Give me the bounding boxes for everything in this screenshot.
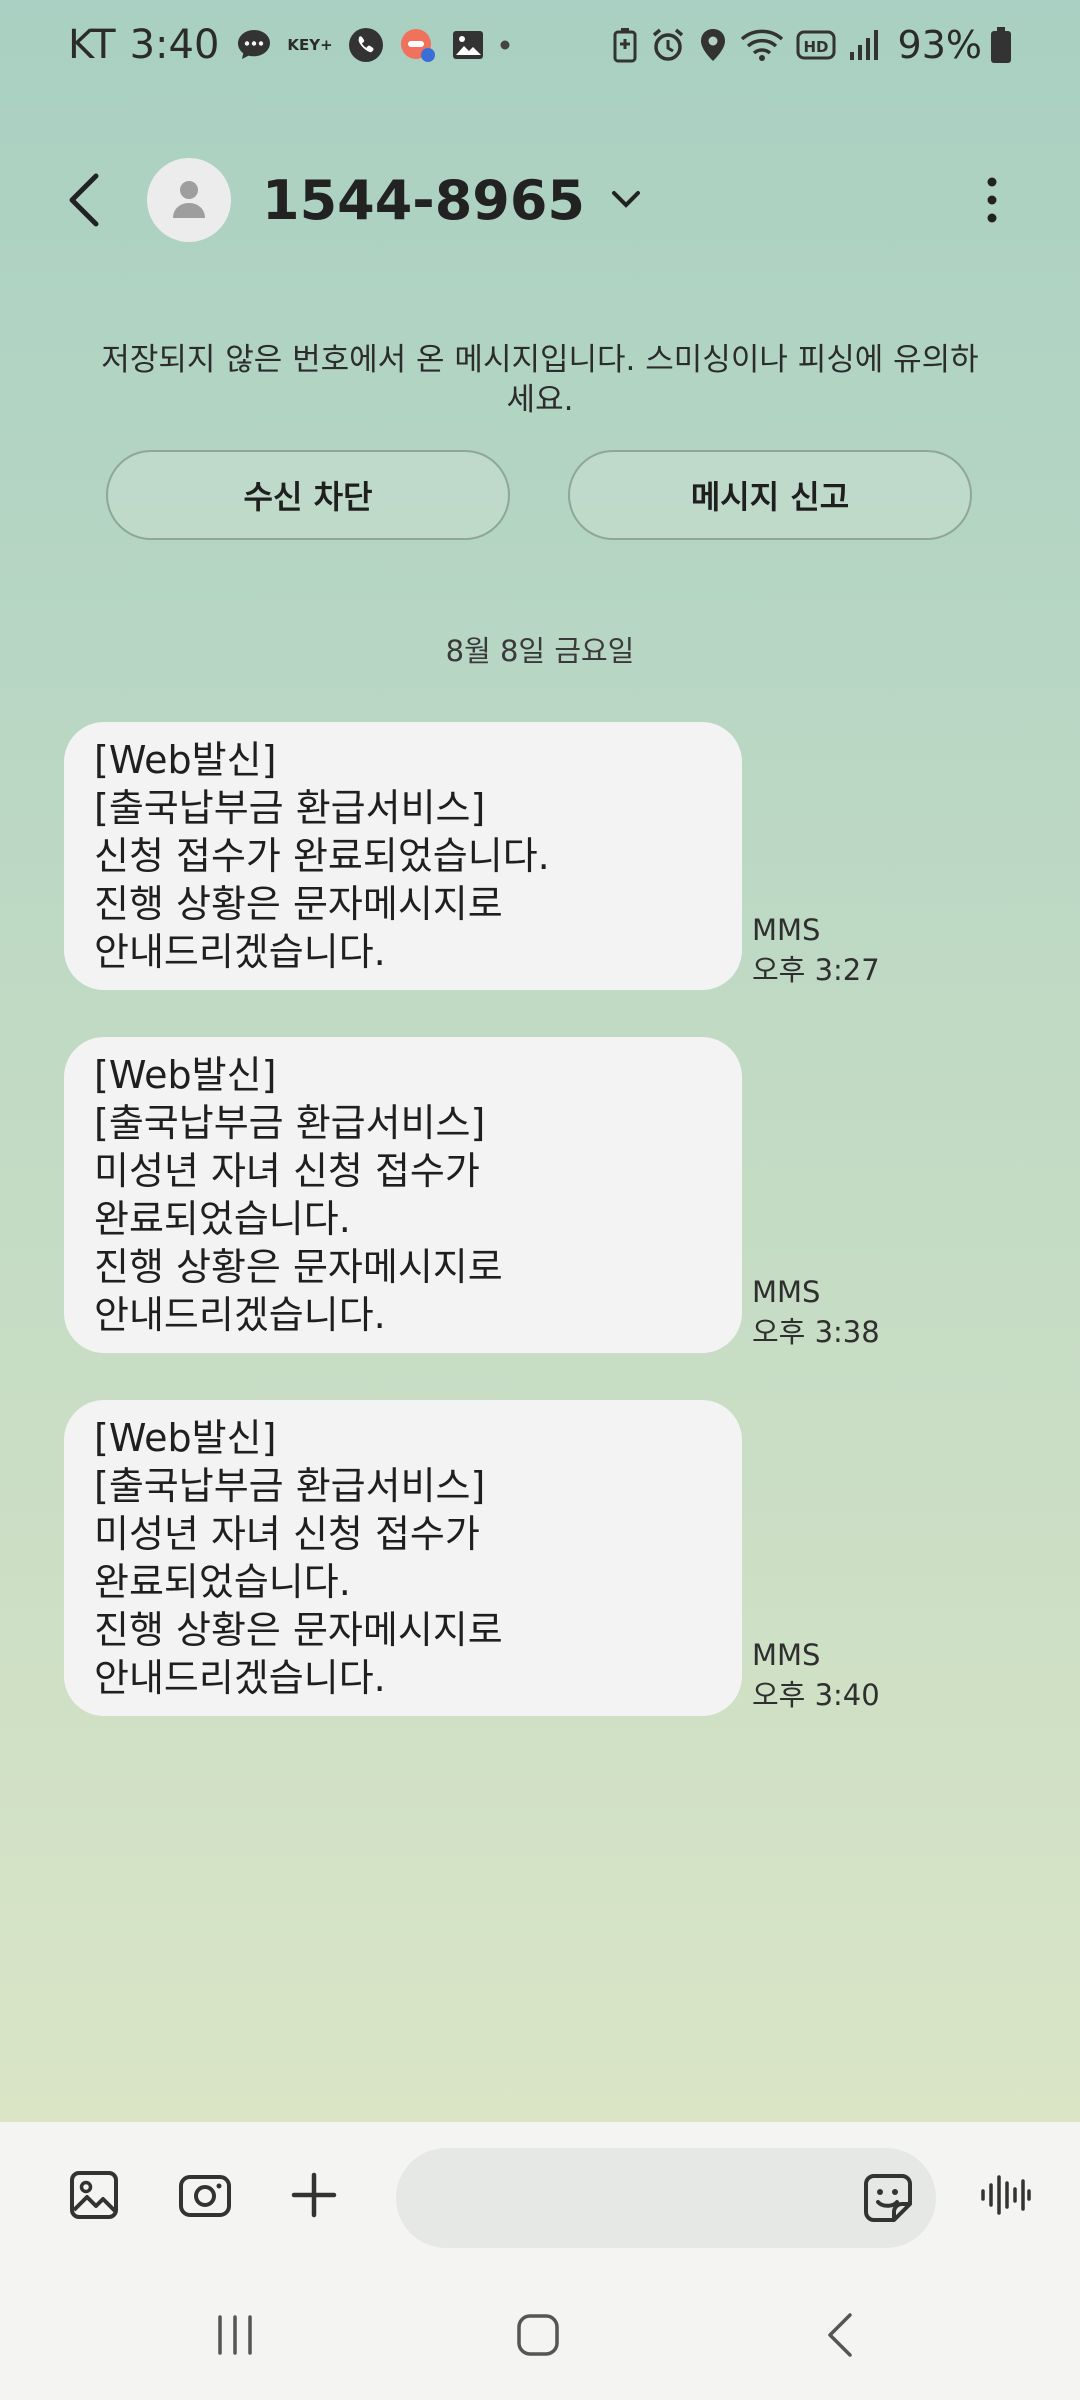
plus-icon	[291, 2172, 337, 2218]
svg-text:HD: HD	[803, 38, 828, 56]
voice-wave-icon	[981, 2175, 1031, 2215]
message-meta: MMS 오후 3:38	[752, 1272, 880, 1352]
contact-number: 1544-8965	[262, 168, 585, 232]
home-button[interactable]	[498, 2300, 578, 2370]
message-bubble[interactable]: [Web발신] [출국납부금 환급서비스] 미성년 자녀 신청 접수가 완료되었…	[64, 1400, 742, 1716]
more-options-button[interactable]	[972, 168, 1012, 232]
sticker-button[interactable]	[856, 2166, 920, 2230]
status-time: 3:40	[129, 22, 220, 68]
wifi-icon	[740, 27, 784, 63]
message-input-field[interactable]	[396, 2148, 936, 2250]
call-record-icon	[347, 26, 385, 64]
more-vertical-icon	[987, 177, 997, 223]
sticker-icon	[864, 2174, 912, 2222]
home-icon	[517, 2314, 559, 2356]
gallery-icon	[70, 2171, 118, 2219]
message-type: MMS	[752, 913, 821, 947]
signal-icon	[848, 28, 882, 62]
gallery-icon	[451, 28, 485, 62]
message-time: 오후 3:38	[752, 1315, 880, 1349]
camera-button[interactable]	[175, 2165, 235, 2225]
status-right: HD 93%	[612, 18, 1012, 72]
message-bubble[interactable]: [Web발신] [출국납부금 환급서비스] 미성년 자녀 신청 접수가 완료되었…	[64, 1037, 742, 1353]
recent-apps-button[interactable]	[195, 2300, 275, 2370]
app-badge-icon	[399, 26, 437, 64]
nav-back-icon	[828, 2313, 852, 2357]
carrier-label: KT	[68, 22, 116, 68]
battery-saver-icon	[612, 27, 638, 63]
camera-icon	[179, 2175, 231, 2217]
block-button[interactable]: 수신 차단	[106, 450, 510, 540]
chat-icon	[235, 26, 273, 64]
alarm-icon	[650, 27, 686, 63]
status-left: KT 3:40 KEY+	[68, 18, 525, 72]
dot-icon	[499, 39, 511, 51]
key-plus-icon: KEY+	[287, 36, 333, 54]
contact-title[interactable]: 1544-8965	[262, 160, 641, 240]
add-attachment-button[interactable]	[284, 2165, 344, 2225]
gallery-button[interactable]	[64, 2165, 124, 2225]
unknown-sender-warning: 저장되지 않은 번호에서 온 메시지입니다. 스미싱이나 피싱에 유의하세요.	[101, 342, 979, 418]
chevron-down-icon	[611, 190, 641, 210]
message-meta: MMS 오후 3:27	[752, 910, 880, 990]
back-arrow-icon	[69, 173, 99, 227]
message-type: MMS	[752, 1275, 821, 1309]
message-input[interactable]	[396, 2148, 854, 2250]
back-button[interactable]	[56, 164, 112, 236]
location-icon	[698, 27, 728, 63]
person-icon	[173, 181, 205, 218]
message-bubble[interactable]: [Web발신] [출국납부금 환급서비스] 신청 접수가 완료되었습니다. 진행…	[64, 722, 742, 990]
battery-icon	[990, 26, 1012, 64]
message-time: 오후 3:40	[752, 1678, 880, 1712]
nav-back-button[interactable]	[800, 2300, 880, 2370]
message-meta: MMS 오후 3:40	[752, 1635, 880, 1715]
battery-percent: 93%	[897, 23, 982, 67]
contact-avatar[interactable]	[147, 158, 231, 242]
message-time: 오후 3:27	[752, 953, 880, 987]
message-type: MMS	[752, 1638, 821, 1672]
voice-record-button[interactable]	[975, 2165, 1035, 2225]
date-divider: 8월 8일 금요일	[445, 634, 635, 668]
recent-apps-icon	[218, 2315, 252, 2355]
hd-icon: HD	[796, 29, 836, 61]
report-message-button[interactable]: 메시지 신고	[568, 450, 972, 540]
